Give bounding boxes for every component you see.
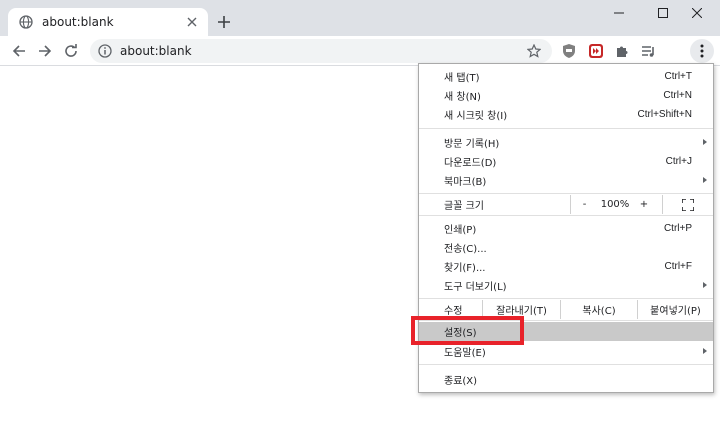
submenu-arrow-icon bbox=[703, 282, 707, 288]
submenu-arrow-icon bbox=[703, 139, 707, 145]
menu-button[interactable] bbox=[690, 39, 714, 63]
ublock-extension-icon[interactable] bbox=[557, 39, 581, 63]
menu-item-print[interactable]: 인쇄(P) Ctrl+P bbox=[419, 219, 713, 238]
tab-strip: about:blank bbox=[0, 0, 720, 36]
menu-item-incognito[interactable]: 새 시크릿 창(I) Ctrl+Shift+N bbox=[419, 105, 713, 124]
new-tab-button[interactable] bbox=[214, 12, 234, 32]
extensions-puzzle-icon[interactable] bbox=[610, 39, 634, 63]
menu-item-history[interactable]: 방문 기록(H) bbox=[419, 133, 713, 152]
info-icon[interactable] bbox=[98, 44, 112, 58]
url-text: about:blank bbox=[120, 44, 192, 58]
close-window-button[interactable] bbox=[674, 0, 720, 26]
media-extension-icon[interactable] bbox=[584, 39, 608, 63]
menu-item-more-tools[interactable]: 도구 더보기(L) bbox=[419, 276, 713, 295]
address-bar[interactable]: about:blank bbox=[90, 39, 552, 63]
media-queue-icon[interactable] bbox=[636, 39, 660, 63]
menu-divider bbox=[419, 215, 713, 216]
zoom-out-button[interactable]: - bbox=[570, 195, 598, 214]
menu-divider bbox=[419, 298, 713, 299]
submenu-arrow-icon bbox=[703, 348, 707, 354]
back-button[interactable] bbox=[7, 39, 31, 63]
menu-item-downloads[interactable]: 다운로드(D) Ctrl+J bbox=[419, 152, 713, 171]
fullscreen-button[interactable] bbox=[662, 195, 713, 214]
toolbar: about:blank bbox=[0, 36, 720, 66]
menu-item-bookmarks[interactable]: 북마크(B) bbox=[419, 171, 713, 190]
menu-item-find[interactable]: 찾기(F)... Ctrl+F bbox=[419, 257, 713, 276]
menu-divider bbox=[419, 128, 713, 129]
paste-button[interactable]: 붙여넣기(P) bbox=[637, 300, 713, 319]
forward-button[interactable] bbox=[33, 39, 57, 63]
zoom-label: 글꼴 크기 bbox=[444, 201, 484, 212]
browser-tab[interactable]: about:blank bbox=[8, 8, 208, 36]
zoom-in-button[interactable]: + bbox=[632, 195, 656, 214]
bookmark-star-icon[interactable] bbox=[524, 41, 544, 61]
menu-item-new-window[interactable]: 새 창(N) Ctrl+N bbox=[419, 86, 713, 105]
submenu-arrow-icon bbox=[703, 177, 707, 183]
zoom-level: 100% bbox=[600, 199, 630, 210]
reload-button[interactable] bbox=[59, 39, 83, 63]
close-tab-icon[interactable] bbox=[184, 14, 200, 30]
menu-item-exit[interactable]: 종료(X) bbox=[419, 370, 713, 389]
minimize-button[interactable] bbox=[596, 0, 642, 26]
highlight-box bbox=[411, 316, 524, 345]
menu-item-cast[interactable]: 전송(C)... bbox=[419, 238, 713, 257]
menu-item-new-tab[interactable]: 새 탭(T) Ctrl+T bbox=[419, 67, 713, 86]
three-dots-icon bbox=[700, 44, 704, 58]
zoom-row: 글꼴 크기 - 100% + bbox=[419, 195, 713, 214]
tab-title: about:blank bbox=[42, 15, 114, 29]
menu-divider bbox=[419, 364, 713, 365]
menu-divider bbox=[419, 193, 713, 194]
globe-icon bbox=[18, 14, 34, 30]
fullscreen-icon bbox=[682, 198, 694, 211]
copy-button[interactable]: 복사(C) bbox=[560, 300, 637, 319]
